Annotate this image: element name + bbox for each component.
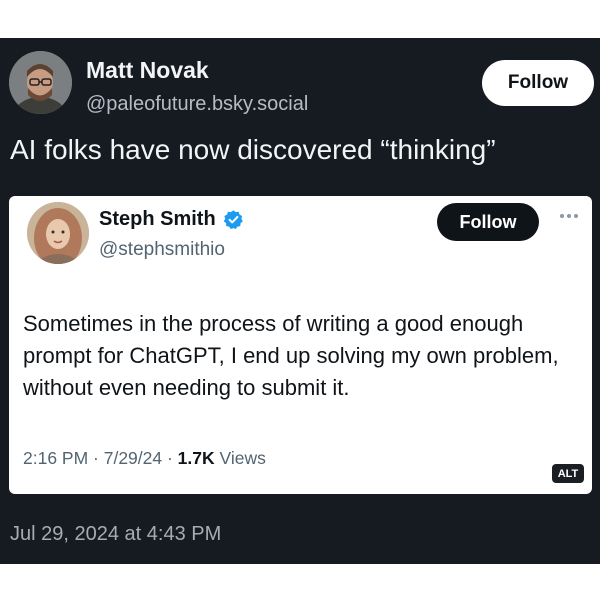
more-options-icon xyxy=(556,209,582,223)
quoted-post-views-count: 1.7K xyxy=(177,448,215,468)
quoted-author-avatar xyxy=(27,202,89,264)
follow-button[interactable]: Follow xyxy=(482,60,594,106)
author-handle[interactable]: @paleofuture.bsky.social xyxy=(86,93,308,116)
post-text: AI folks have now discovered “thinking” xyxy=(10,134,496,165)
quoted-author-name: Steph Smith xyxy=(99,208,216,230)
quoted-post-time: 2:16 PM · 7/29/24 · xyxy=(23,448,178,468)
alt-text-badge[interactable]: ALT xyxy=(552,464,584,483)
quoted-follow-button: Follow xyxy=(437,203,539,241)
quoted-author-handle: @stephsmithio xyxy=(99,239,225,260)
quoted-post-image[interactable]: Steph Smith @stephsmithio Follow Sometim… xyxy=(9,196,592,494)
bluesky-post: Matt Novak @paleofuture.bsky.social Foll… xyxy=(0,38,600,564)
author-avatar[interactable] xyxy=(9,51,72,114)
post-timestamp[interactable]: Jul 29, 2024 at 4:43 PM xyxy=(10,523,221,546)
quoted-post-meta: 2:16 PM · 7/29/24 · 1.7K Views xyxy=(23,448,266,469)
quoted-post-text: Sometimes in the process of writing a go… xyxy=(23,311,559,400)
author-name[interactable]: Matt Novak xyxy=(86,57,209,84)
verified-badge-icon xyxy=(223,209,244,230)
quoted-post-views-label: Views xyxy=(214,448,266,468)
quoted-author-row: Steph Smith xyxy=(99,208,244,231)
